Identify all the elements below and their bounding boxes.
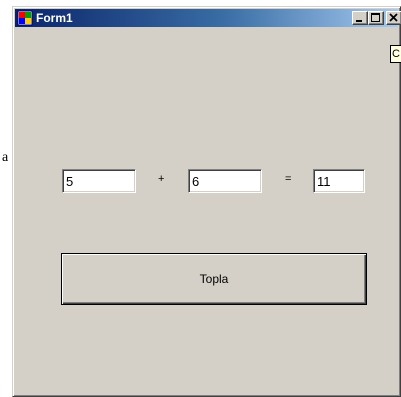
equals-label: = bbox=[285, 173, 292, 185]
form-client-area: C + = Topla bbox=[13, 7, 401, 396]
minimize-button[interactable] bbox=[352, 11, 368, 25]
result-input[interactable] bbox=[313, 169, 365, 193]
window-title: Form1 bbox=[36, 11, 73, 25]
operand2-input[interactable] bbox=[188, 169, 262, 193]
close-button[interactable] bbox=[386, 11, 401, 25]
form-window: C + = Topla Form1 bbox=[12, 6, 401, 397]
operand1-input[interactable] bbox=[62, 169, 136, 193]
stray-text: a bbox=[2, 150, 9, 165]
plus-label: + bbox=[158, 173, 165, 185]
title-bar[interactable]: Form1 bbox=[15, 9, 401, 27]
form-app-icon bbox=[17, 10, 33, 26]
corner-label: C bbox=[390, 45, 401, 63]
maximize-button[interactable] bbox=[368, 11, 384, 25]
add-button[interactable]: Topla bbox=[61, 253, 367, 305]
